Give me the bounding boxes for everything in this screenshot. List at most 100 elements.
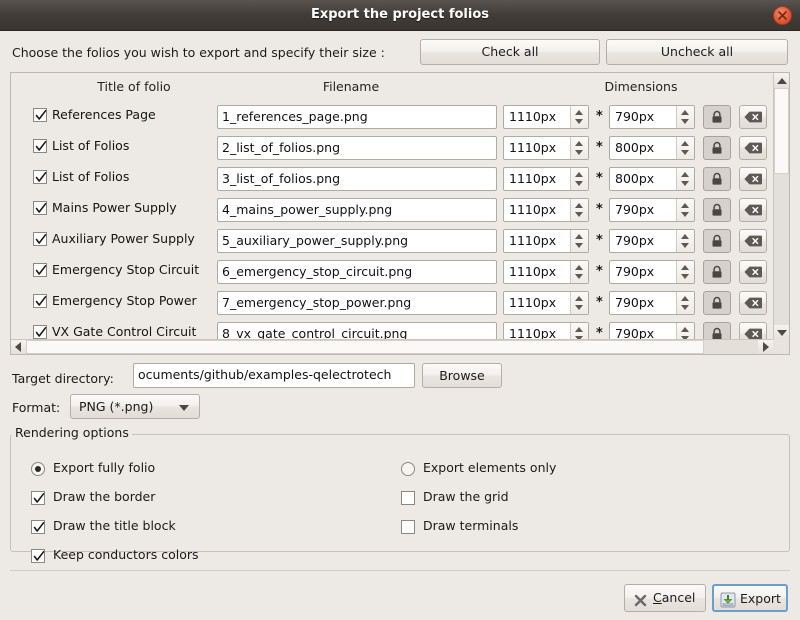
reset-icon[interactable]: [739, 260, 767, 284]
width-spinbox[interactable]: 1110px: [503, 198, 589, 222]
height-spin-arrows[interactable]: [676, 199, 694, 221]
cancel-button[interactable]: Cancel: [624, 584, 706, 612]
multiply-symbol: *: [596, 326, 603, 340]
reset-icon[interactable]: [739, 229, 767, 253]
height-spin-arrows[interactable]: [676, 261, 694, 283]
width-spin-arrows[interactable]: [570, 230, 588, 252]
width-spinbox[interactable]: 1110px: [503, 322, 589, 340]
reset-icon[interactable]: [739, 198, 767, 222]
close-icon[interactable]: [773, 6, 792, 25]
multiply-symbol: *: [596, 233, 603, 248]
height-spinbox[interactable]: 790px: [609, 322, 695, 340]
lock-icon[interactable]: [703, 291, 731, 315]
horizontal-scrollbar[interactable]: [11, 339, 773, 354]
width-spin-arrows[interactable]: [570, 323, 588, 340]
height-spin-arrows[interactable]: [676, 106, 694, 128]
lock-icon[interactable]: [703, 322, 731, 340]
height-spin-arrows[interactable]: [676, 168, 694, 190]
height-spinbox[interactable]: 790px: [609, 105, 695, 129]
filename-input[interactable]: 1_references_page.png: [217, 105, 497, 129]
height-spin-arrows[interactable]: [676, 323, 694, 340]
lock-icon[interactable]: [703, 105, 731, 129]
option-checkbox[interactable]: [31, 520, 45, 534]
filename-input[interactable]: 8_vx_gate_control_circuit.png: [217, 322, 497, 340]
filename-input[interactable]: 7_emergency_stop_power.png: [217, 291, 497, 315]
filename-input[interactable]: 4_mains_power_supply.png: [217, 198, 497, 222]
height-spinbox[interactable]: 790px: [609, 229, 695, 253]
instruction-label: Choose the folios you wish to export and…: [12, 45, 385, 60]
width-spinbox[interactable]: 1110px: [503, 105, 589, 129]
filename-input[interactable]: 3_list_of_folios.png: [217, 167, 497, 191]
check-all-button[interactable]: Check all: [420, 39, 600, 65]
height-spinbox[interactable]: 800px: [609, 167, 695, 191]
lock-icon[interactable]: [703, 167, 731, 191]
vertical-scrollbar[interactable]: [773, 73, 789, 340]
vertical-scrollbar-thumb[interactable]: [774, 88, 789, 174]
reset-icon[interactable]: [739, 167, 767, 191]
option-checkbox[interactable]: [31, 491, 45, 505]
lock-icon[interactable]: [703, 229, 731, 253]
height-spinbox[interactable]: 800px: [609, 136, 695, 160]
folio-checkbox[interactable]: [33, 108, 47, 122]
width-spin-arrows[interactable]: [570, 137, 588, 159]
filename-input[interactable]: 5_auxiliary_power_supply.png: [217, 229, 497, 253]
height-spinbox[interactable]: 790px: [609, 291, 695, 315]
folio-title-label: List of Folios: [52, 138, 130, 153]
radio-button[interactable]: [401, 462, 415, 476]
width-spinbox[interactable]: 1110px: [503, 260, 589, 284]
width-spin-arrows[interactable]: [570, 199, 588, 221]
height-spin-arrows[interactable]: [676, 137, 694, 159]
width-spin-arrows[interactable]: [570, 106, 588, 128]
folio-checkbox[interactable]: [33, 232, 47, 246]
folio-checkbox[interactable]: [33, 294, 47, 308]
width-spinbox[interactable]: 1110px: [503, 291, 589, 315]
scroll-right-arrow[interactable]: [758, 340, 773, 354]
folio-checkbox[interactable]: [33, 325, 47, 339]
folio-checkbox[interactable]: [33, 170, 47, 184]
target-directory-input[interactable]: ocuments/github/examples-qelectrotech: [133, 363, 415, 388]
reset-icon[interactable]: [739, 291, 767, 315]
target-directory-label: Target directory:: [12, 371, 114, 386]
format-select[interactable]: PNG (*.png): [70, 394, 200, 419]
uncheck-all-button[interactable]: Uncheck all: [606, 39, 788, 65]
width-spinbox[interactable]: 1110px: [503, 229, 589, 253]
scroll-left-arrow[interactable]: [11, 340, 26, 354]
height-spin-arrows[interactable]: [676, 292, 694, 314]
reset-icon[interactable]: [739, 136, 767, 160]
browse-button[interactable]: Browse: [422, 363, 502, 388]
width-spin-arrows[interactable]: [570, 168, 588, 190]
horizontal-scrollbar-thumb[interactable]: [26, 340, 704, 354]
format-label: Format:: [12, 400, 61, 415]
width-spinbox[interactable]: 1110px: [503, 167, 589, 191]
reset-icon[interactable]: [739, 105, 767, 129]
radio-button[interactable]: [31, 462, 45, 476]
scroll-up-arrow[interactable]: [774, 73, 789, 88]
width-spinbox[interactable]: 1110px: [503, 136, 589, 160]
filename-input[interactable]: 6_emergency_stop_circuit.png: [217, 260, 497, 284]
folio-checkbox[interactable]: [33, 201, 47, 215]
width-spin-arrows[interactable]: [570, 261, 588, 283]
lock-icon[interactable]: [703, 136, 731, 160]
folio-checkbox[interactable]: [33, 139, 47, 153]
option-checkbox[interactable]: [401, 491, 415, 505]
export-button[interactable]: Export: [712, 584, 788, 612]
height-spinbox[interactable]: 790px: [609, 260, 695, 284]
width-spin-arrows[interactable]: [570, 292, 588, 314]
scroll-down-arrow[interactable]: [774, 325, 789, 340]
filename-input[interactable]: 2_list_of_folios.png: [217, 136, 497, 160]
height-spinbox[interactable]: 790px: [609, 198, 695, 222]
table-header-row: Title of folio Filename Dimensions: [11, 73, 789, 101]
reset-icon[interactable]: [739, 322, 767, 340]
width-value: 1110px: [509, 109, 557, 124]
width-value: 1110px: [509, 326, 557, 340]
column-header-filename: Filename: [322, 79, 380, 94]
lock-icon[interactable]: [703, 260, 731, 284]
folio-checkbox[interactable]: [33, 263, 47, 277]
width-value: 1110px: [509, 202, 557, 217]
lock-icon[interactable]: [703, 198, 731, 222]
export-button-label: Export: [740, 591, 781, 606]
table-row: References Page 1_references_page.png 1110…: [11, 101, 773, 132]
option-checkbox[interactable]: [31, 549, 45, 563]
option-checkbox[interactable]: [401, 520, 415, 534]
height-spin-arrows[interactable]: [676, 230, 694, 252]
